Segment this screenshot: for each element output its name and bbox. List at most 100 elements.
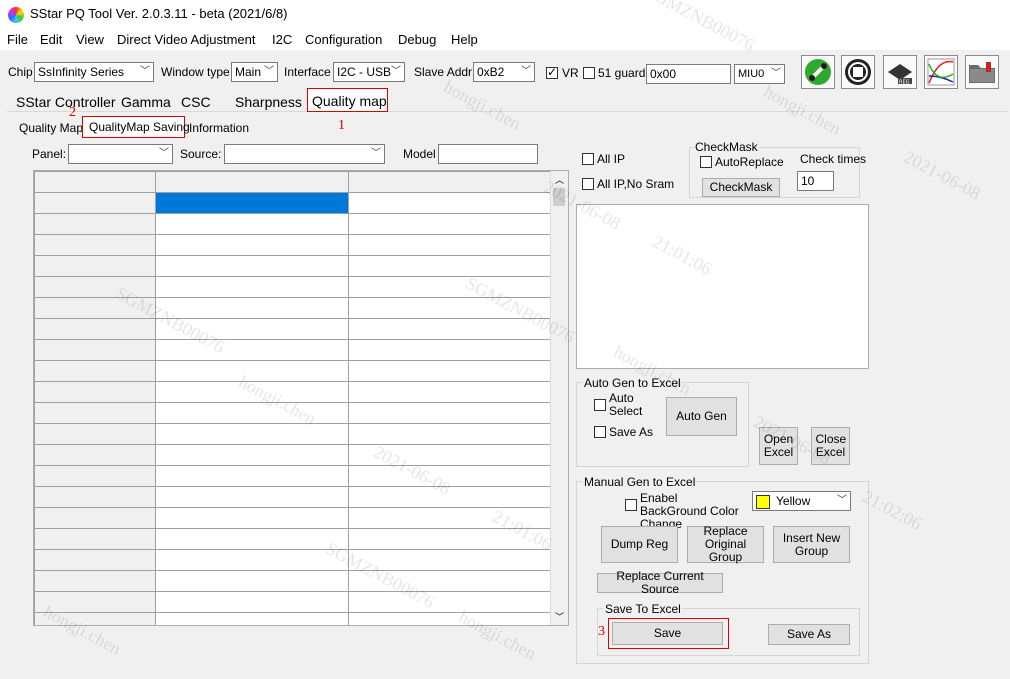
scroll-up-icon[interactable]: ︿ (555, 173, 564, 186)
grid-cell[interactable] (348, 171, 552, 193)
grid-cell[interactable] (155, 465, 350, 487)
table-row[interactable] (34, 465, 552, 487)
close-excel-button[interactable]: Close Excel (811, 427, 850, 465)
checkmask-button[interactable]: CheckMask (702, 178, 780, 197)
data-grid[interactable]: ︿ ﹀ (33, 170, 569, 626)
table-row[interactable] (34, 528, 552, 550)
grid-cell[interactable] (348, 528, 552, 550)
grid-cell[interactable] (348, 381, 552, 403)
grid-cell[interactable] (348, 402, 552, 424)
row-header-cell[interactable] (34, 297, 157, 319)
scroll-down-icon[interactable]: ﹀ (555, 610, 564, 623)
grid-cell[interactable] (155, 171, 350, 193)
subtab-qualitymap-saving[interactable]: QualityMap Saving (82, 116, 190, 138)
row-header-cell[interactable] (34, 549, 157, 571)
replace-original-group-button[interactable]: Replace Original Group (687, 525, 764, 564)
check-times-input[interactable]: 10 (797, 171, 834, 191)
curve-button[interactable] (924, 55, 958, 89)
table-row[interactable] (34, 318, 552, 340)
grid-cell[interactable] (348, 444, 552, 466)
grid-cell[interactable] (348, 276, 552, 298)
bg-change-checkbox[interactable] (625, 499, 637, 511)
vr-checkbox[interactable] (546, 65, 558, 79)
table-row[interactable] (34, 213, 552, 235)
grid-cell[interactable] (155, 591, 350, 613)
table-row[interactable] (34, 297, 552, 319)
subtab-information[interactable]: Information (189, 121, 249, 135)
table-row[interactable] (34, 381, 552, 403)
address-input[interactable]: 0x00 (646, 64, 731, 84)
grid-cell[interactable] (155, 381, 350, 403)
grid-cell[interactable] (155, 192, 350, 214)
table-row[interactable] (34, 255, 552, 277)
row-header-cell[interactable] (34, 360, 157, 382)
grid-cell[interactable] (348, 486, 552, 508)
grid-cell[interactable] (348, 423, 552, 445)
panel-select[interactable]: ﹀ (68, 144, 173, 164)
grid-cell[interactable] (348, 255, 552, 277)
table-row[interactable] (34, 570, 552, 592)
menu-help[interactable]: Help (451, 32, 478, 47)
tab-gamma[interactable]: Gamma (121, 94, 171, 110)
table-row[interactable] (34, 549, 552, 571)
menu-view[interactable]: View (76, 32, 104, 47)
row-header-cell[interactable] (34, 192, 157, 214)
grid-cell[interactable] (348, 549, 552, 571)
row-header-cell[interactable] (34, 465, 157, 487)
connect-button[interactable] (801, 55, 835, 89)
row-header-cell[interactable] (34, 213, 157, 235)
row-header-cell[interactable] (34, 528, 157, 550)
row-header-cell[interactable] (34, 486, 157, 508)
stop-button[interactable] (841, 55, 875, 89)
row-header-cell[interactable] (34, 570, 157, 592)
grid-cell[interactable] (155, 402, 350, 424)
grid-cell[interactable] (155, 339, 350, 361)
grid-cell[interactable] (155, 318, 350, 340)
tab-sstar-controller[interactable]: SStar Controller (16, 94, 116, 110)
grid-header-row[interactable] (34, 171, 552, 193)
auto-select-checkbox[interactable] (594, 399, 606, 411)
row-header-cell[interactable] (34, 444, 157, 466)
table-row[interactable] (34, 234, 552, 256)
auto-save-as-checkbox[interactable] (594, 426, 606, 438)
grid-cell[interactable] (348, 297, 552, 319)
grid-cell[interactable] (348, 465, 552, 487)
scroll-thumb[interactable] (553, 188, 565, 206)
table-row[interactable] (34, 276, 552, 298)
grid-cell[interactable] (155, 507, 350, 529)
tab-csc[interactable]: CSC (181, 94, 211, 110)
dump-reg-button[interactable]: Dump Reg (601, 526, 678, 563)
grid-scrollbar[interactable]: ︿ ﹀ (550, 171, 568, 625)
grid-cell[interactable] (348, 213, 552, 235)
grid-cell[interactable] (348, 570, 552, 592)
row-header-cell[interactable] (34, 276, 157, 298)
menu-i2c[interactable]: I2C (272, 32, 292, 47)
autoreplace-checkbox[interactable] (700, 156, 712, 168)
row-header-cell[interactable] (34, 381, 157, 403)
slave-addr-select[interactable]: 0xB2 ﹀ (473, 62, 535, 82)
grid-cell[interactable] (155, 444, 350, 466)
grid-cell[interactable] (348, 507, 552, 529)
row-header-cell[interactable] (34, 255, 157, 277)
menu-edit[interactable]: Edit (40, 32, 62, 47)
grid-cell[interactable] (155, 234, 350, 256)
grid-cell[interactable] (348, 612, 552, 625)
open-excel-button[interactable]: Open Excel (759, 427, 798, 465)
window-type-select[interactable]: Main ﹀ (231, 62, 278, 82)
model-input[interactable] (438, 144, 538, 164)
table-row[interactable] (34, 423, 552, 445)
grid-cell[interactable] (348, 339, 552, 361)
grid-cell[interactable] (155, 360, 350, 382)
guard-checkbox[interactable] (583, 67, 595, 79)
row-header-cell[interactable] (34, 402, 157, 424)
row-header-cell[interactable] (34, 423, 157, 445)
subtab-quality-map[interactable]: Quality Map (19, 121, 83, 135)
all-ip-checkbox[interactable] (582, 153, 594, 165)
menu-configuration[interactable]: Configuration (305, 32, 382, 47)
menu-direct-video-adjustment[interactable]: Direct Video Adjustment (117, 32, 256, 47)
grid-cell[interactable] (155, 276, 350, 298)
row-header-cell[interactable] (34, 171, 157, 193)
save-as-button[interactable]: Save As (768, 624, 850, 645)
grid-cell[interactable] (155, 255, 350, 277)
menu-debug[interactable]: Debug (398, 32, 436, 47)
